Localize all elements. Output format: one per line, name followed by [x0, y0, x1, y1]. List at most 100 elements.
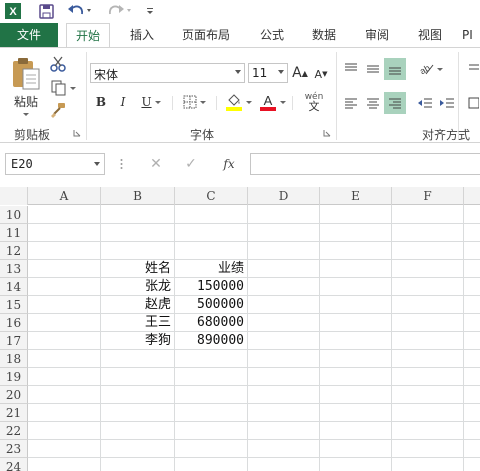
tab-more[interactable]: PI — [462, 23, 480, 47]
font-color-button[interactable]: A — [256, 91, 288, 113]
row-header-24[interactable]: 24 — [0, 458, 28, 471]
row-header-17[interactable]: 17 — [0, 332, 28, 350]
clipboard-launcher-icon[interactable] — [72, 128, 82, 138]
cell-c17[interactable]: 890000 — [175, 332, 247, 350]
column-header-b[interactable]: B — [101, 187, 175, 205]
gridline-horizontal — [28, 331, 480, 332]
undo-icon[interactable] — [65, 2, 95, 20]
row-header-22[interactable]: 22 — [0, 422, 28, 440]
clipboard-group-label: 剪贴板 — [14, 128, 51, 142]
row-header-12[interactable]: 12 — [0, 242, 28, 260]
copy-button[interactable] — [48, 78, 78, 98]
tab-view[interactable]: 视图 — [408, 23, 452, 47]
wrap-text-icon — [468, 64, 479, 70]
gridline-horizontal — [28, 223, 480, 224]
tab-home[interactable]: 开始 — [66, 23, 110, 48]
tab-review[interactable]: 审阅 — [355, 23, 399, 47]
cell-c14[interactable]: 150000 — [175, 278, 247, 296]
font-launcher-icon[interactable] — [322, 128, 332, 138]
font-size-value: 11 — [252, 66, 268, 80]
redo-icon[interactable] — [105, 2, 135, 20]
format-painter-button[interactable] — [48, 100, 68, 120]
formula-input[interactable] — [250, 153, 480, 175]
row-header-23[interactable]: 23 — [0, 440, 28, 458]
row-header-21[interactable]: 21 — [0, 404, 28, 422]
italic-button[interactable]: I — [115, 93, 131, 111]
borders-icon — [183, 95, 196, 109]
insert-function-icon[interactable]: fx — [219, 154, 239, 174]
ribbon-separator — [336, 52, 337, 140]
align-top-button[interactable] — [340, 58, 362, 80]
font-name-select[interactable]: 宋体 — [90, 63, 245, 83]
grow-font-button[interactable]: A ▲ — [292, 63, 308, 83]
wrap-text-button[interactable] — [465, 58, 480, 80]
shrink-font-button[interactable]: A ▼ — [313, 65, 329, 83]
font-size-select[interactable]: 11 — [248, 63, 288, 83]
tab-file[interactable]: 文件 — [0, 23, 58, 47]
row-header-11[interactable]: 11 — [0, 224, 28, 242]
align-center-button[interactable] — [362, 92, 384, 114]
row-header-20[interactable]: 20 — [0, 386, 28, 404]
formula-bar-grip[interactable] — [120, 158, 123, 170]
underline-button[interactable]: U — [138, 93, 164, 111]
tab-formulas[interactable]: 公式 — [250, 23, 294, 47]
row-header-19[interactable]: 19 — [0, 368, 28, 386]
fill-color-button[interactable] — [222, 91, 254, 113]
row-header-15[interactable]: 15 — [0, 296, 28, 314]
row-header-14[interactable]: 14 — [0, 278, 28, 296]
row-header-10[interactable]: 10 — [0, 206, 28, 224]
tab-data[interactable]: 数据 — [302, 23, 346, 47]
underline-label: U — [141, 95, 152, 109]
borders-button[interactable] — [178, 93, 210, 111]
row-header-16[interactable]: 16 — [0, 314, 28, 332]
orientation-button[interactable]: ab — [414, 58, 446, 80]
save-icon[interactable] — [36, 2, 56, 20]
cell-c13[interactable]: 业绩 — [175, 260, 247, 278]
fill-color-icon — [225, 94, 242, 111]
row-header-18[interactable]: 18 — [0, 350, 28, 368]
orientation-icon: ab — [418, 63, 433, 76]
gridline-horizontal — [28, 403, 480, 404]
column-header-e[interactable]: E — [320, 187, 392, 205]
column-header-c[interactable]: C — [175, 187, 248, 205]
phonetic-label-bottom: 文 — [308, 100, 320, 113]
cell-b13[interactable]: 姓名 — [101, 260, 174, 278]
align-bottom-button[interactable] — [384, 58, 406, 80]
gridline-horizontal — [28, 313, 480, 314]
ribbon-separator — [86, 52, 87, 140]
cell-c16[interactable]: 680000 — [175, 314, 247, 332]
column-header-d[interactable]: D — [248, 187, 320, 205]
select-all-corner[interactable] — [0, 187, 28, 205]
enter-icon[interactable]: ✓ — [183, 154, 199, 174]
paste-button[interactable]: 粘贴 — [8, 56, 44, 116]
align-left-button[interactable] — [340, 92, 362, 114]
cell-b17[interactable]: 李狗 — [101, 332, 174, 350]
bold-button[interactable]: B — [93, 93, 109, 111]
align-right-button[interactable] — [384, 92, 406, 114]
chevron-down-icon — [199, 100, 206, 104]
merge-center-button[interactable] — [465, 92, 480, 114]
gridline-horizontal — [28, 421, 480, 422]
column-header-a[interactable]: A — [28, 187, 101, 205]
tab-insert[interactable]: 插入 — [120, 23, 164, 47]
cell-b15[interactable]: 赵虎 — [101, 296, 174, 314]
excel-window: X 文件 开始 插入 页面布局 公式 数据 审阅 视图 PI 粘贴 剪贴板 宋体… — [0, 0, 480, 471]
column-header-f[interactable]: F — [392, 187, 464, 205]
worksheet-grid[interactable]: ABCDEF 10 11 12 13 14 15 16 17 18 19 20 21 22 23 24 姓名业… — [0, 187, 480, 471]
customize-qat-icon[interactable] — [143, 2, 157, 20]
phonetic-button[interactable]: wén 文 — [297, 90, 331, 114]
cell-c15[interactable]: 500000 — [175, 296, 247, 314]
cell-b14[interactable]: 张龙 — [101, 278, 174, 296]
row-header-13[interactable]: 13 — [0, 260, 28, 278]
align-center-icon — [367, 98, 379, 109]
cell-b16[interactable]: 王三 — [101, 314, 174, 332]
cancel-icon[interactable]: ✕ — [148, 154, 164, 174]
align-left-icon — [345, 98, 357, 109]
tab-page-layout[interactable]: 页面布局 — [174, 23, 238, 47]
increase-indent-button[interactable] — [436, 92, 458, 114]
gridline-horizontal — [28, 241, 480, 242]
cut-button[interactable] — [48, 54, 68, 74]
decrease-indent-button[interactable] — [414, 92, 436, 114]
align-middle-button[interactable] — [362, 58, 384, 80]
name-box[interactable]: E20 — [5, 153, 105, 175]
